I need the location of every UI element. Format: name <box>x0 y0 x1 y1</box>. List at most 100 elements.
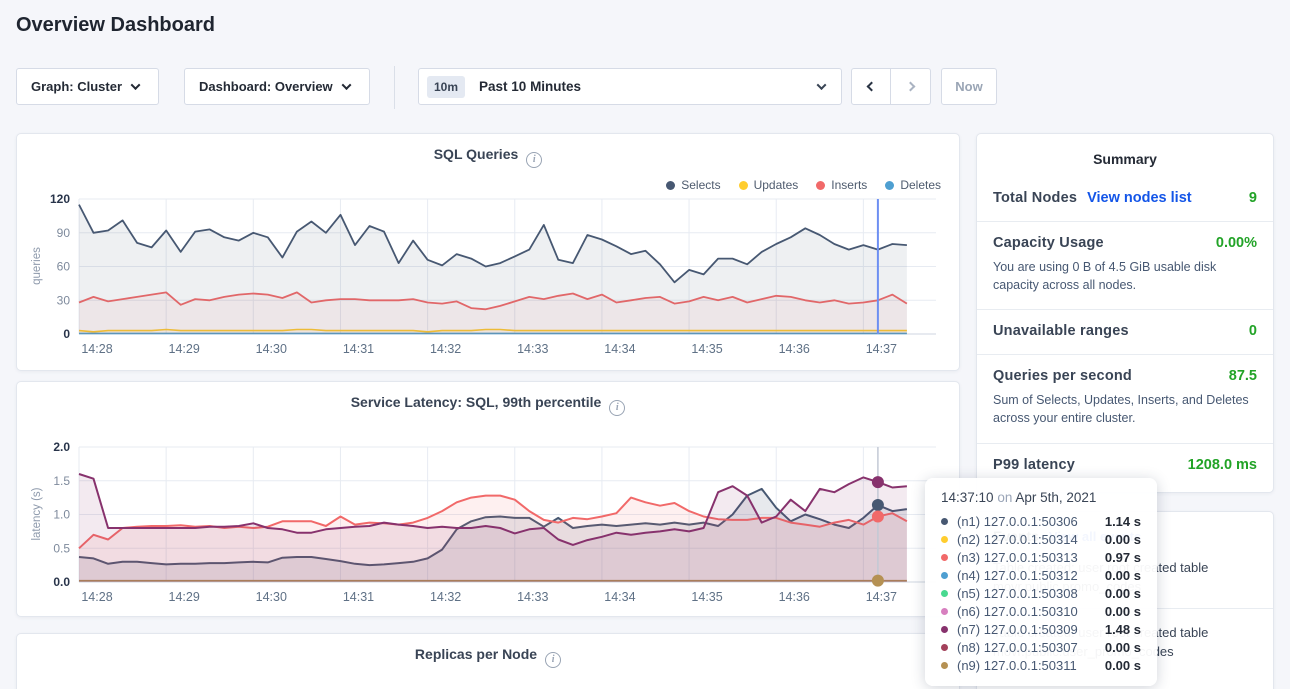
svg-text:14:36: 14:36 <box>779 590 810 604</box>
svg-text:90: 90 <box>57 226 71 240</box>
tooltip-row-n1: (n1) 127.0.0.1:50306 1.14 s <box>941 512 1141 530</box>
svg-text:0.0: 0.0 <box>53 575 70 589</box>
time-nav-group <box>851 68 931 105</box>
summary-row-unavailable-ranges: Unavailable ranges 0 <box>977 309 1273 354</box>
qps-value: 87.5 <box>1229 368 1257 384</box>
total-nodes-label: Total Nodes <box>993 190 1077 206</box>
tooltip-row-n3: (n3) 127.0.0.1:50313 0.97 s <box>941 548 1141 566</box>
summary-title: Summary <box>977 134 1273 177</box>
legend-item-selects[interactable]: Selects <box>666 178 720 192</box>
time-range-badge: 10m <box>427 76 465 98</box>
time-range-dropdown[interactable]: 10m Past 10 Minutes <box>418 68 842 105</box>
service-latency-plot[interactable]: 0.0 0.5 1.0 1.5 2.0 14:28 14:29 14:30 14:31 14:32… <box>17 434 961 609</box>
tooltip-row-n7: (n7) 127.0.0.1:50309 1.48 s <box>941 620 1141 638</box>
svg-text:0.5: 0.5 <box>53 541 70 555</box>
svg-text:14:32: 14:32 <box>430 590 461 604</box>
svg-text:1.5: 1.5 <box>53 474 70 488</box>
svg-text:14:33: 14:33 <box>517 342 548 356</box>
tooltip-row-n6: (n6) 127.0.0.1:50310 0.00 s <box>941 602 1141 620</box>
legend-dot <box>666 181 675 190</box>
svg-text:14:37: 14:37 <box>866 590 897 604</box>
svg-text:1.0: 1.0 <box>53 508 70 522</box>
time-prev-button[interactable] <box>851 68 891 105</box>
svg-text:14:32: 14:32 <box>430 342 461 356</box>
capacity-label: Capacity Usage <box>993 235 1104 251</box>
info-icon[interactable]: i <box>609 400 625 416</box>
legend-dot <box>816 181 825 190</box>
now-button[interactable]: Now <box>941 68 997 105</box>
tooltip-timestamp: 14:37:10 on Apr 5th, 2021 <box>941 490 1141 505</box>
series-dot <box>941 626 948 633</box>
service-latency-chart-card: Service Latency: SQL, 99th percentilei l… <box>16 381 960 617</box>
chevron-down-icon <box>341 80 351 90</box>
legend-item-deletes[interactable]: Deletes <box>885 178 941 192</box>
tooltip-row-n9: (n9) 127.0.0.1:50311 0.00 s <box>941 656 1141 674</box>
series-dot <box>941 554 948 561</box>
chevron-right-icon <box>906 82 916 92</box>
time-range-label: Past 10 Minutes <box>479 79 581 94</box>
series-dot <box>941 572 948 579</box>
chevron-left-icon <box>866 82 876 92</box>
svg-text:14:30: 14:30 <box>256 590 287 604</box>
legend-dot <box>885 181 894 190</box>
svg-text:14:35: 14:35 <box>691 342 722 356</box>
chart-hover-tooltip: 14:37:10 on Apr 5th, 2021 (n1) 127.0.0.1… <box>925 478 1157 686</box>
p99-latency-label: P99 latency <box>993 457 1075 473</box>
svg-text:14:31: 14:31 <box>343 590 374 604</box>
svg-text:2.0: 2.0 <box>53 440 70 454</box>
svg-text:14:33: 14:33 <box>517 590 548 604</box>
legend-item-inserts[interactable]: Inserts <box>816 178 867 192</box>
tooltip-row-n2: (n2) 127.0.0.1:50314 0.00 s <box>941 530 1141 548</box>
dashboard-dropdown[interactable]: Dashboard: Overview <box>184 68 370 105</box>
legend-item-updates[interactable]: Updates <box>739 178 799 192</box>
summary-row-capacity: Capacity Usage 0.00% You are using 0 B o… <box>977 221 1273 309</box>
legend-dot <box>739 181 748 190</box>
svg-text:60: 60 <box>57 260 71 274</box>
series-dot <box>941 518 948 525</box>
svg-text:14:31: 14:31 <box>343 342 374 356</box>
graph-dropdown[interactable]: Graph: Cluster <box>16 68 159 105</box>
chart-title-replicas-per-node: Replicas per Nodei <box>17 646 959 668</box>
summary-panel: Summary Total Nodes View nodes list 9 Ca… <box>976 133 1274 493</box>
summary-row-total-nodes: Total Nodes View nodes list 9 <box>977 177 1273 221</box>
series-dot <box>941 608 948 615</box>
capacity-subtext: You are using 0 B of 4.5 GiB usable disk… <box>993 258 1257 294</box>
info-icon[interactable]: i <box>526 152 542 168</box>
qps-label: Queries per second <box>993 368 1132 384</box>
svg-text:14:28: 14:28 <box>81 342 112 356</box>
series-dot <box>941 644 948 651</box>
svg-text:14:34: 14:34 <box>604 590 635 604</box>
svg-text:120: 120 <box>50 192 70 206</box>
info-icon[interactable]: i <box>545 652 561 668</box>
chevron-down-icon <box>817 80 827 90</box>
svg-text:14:36: 14:36 <box>779 342 810 356</box>
page-title: Overview Dashboard <box>16 14 215 37</box>
toolbar-divider <box>394 66 395 109</box>
p99-latency-value: 1208.0 ms <box>1188 457 1257 473</box>
tooltip-row-n5: (n5) 127.0.0.1:50308 0.00 s <box>941 584 1141 602</box>
view-nodes-list-link[interactable]: View nodes list <box>1087 190 1192 206</box>
replicas-per-node-chart-card: Replicas per Nodei <box>16 633 960 689</box>
sql-queries-chart-card: SQL Queriesi Selects Updates Inserts Del… <box>16 133 960 371</box>
chevron-down-icon <box>131 80 141 90</box>
series-dot <box>941 536 948 543</box>
svg-text:14:30: 14:30 <box>256 342 287 356</box>
svg-text:14:28: 14:28 <box>81 590 112 604</box>
summary-row-qps: Queries per second 87.5 Sum of Selects, … <box>977 354 1273 442</box>
sql-queries-plot[interactable]: 030609012014:2814:2914:3014:3114:3214:33… <box>17 186 961 361</box>
total-nodes-value: 9 <box>1249 190 1257 206</box>
graph-dropdown-label: Graph: Cluster <box>31 79 122 94</box>
svg-text:0: 0 <box>63 327 70 341</box>
tooltip-row-n4: (n4) 127.0.0.1:50312 0.00 s <box>941 566 1141 584</box>
dashboard-dropdown-label: Dashboard: Overview <box>199 79 333 94</box>
svg-text:14:35: 14:35 <box>691 590 722 604</box>
qps-subtext: Sum of Selects, Updates, Inserts, and De… <box>993 391 1257 427</box>
unavailable-ranges-label: Unavailable ranges <box>993 323 1129 339</box>
chart-legend: Selects Updates Inserts Deletes <box>666 178 941 192</box>
svg-text:14:29: 14:29 <box>169 342 200 356</box>
time-next-button[interactable] <box>891 68 931 105</box>
svg-text:14:29: 14:29 <box>169 590 200 604</box>
chart-title-service-latency: Service Latency: SQL, 99th percentilei <box>17 394 959 416</box>
series-dot <box>941 662 948 669</box>
unavailable-ranges-value: 0 <box>1249 323 1257 339</box>
